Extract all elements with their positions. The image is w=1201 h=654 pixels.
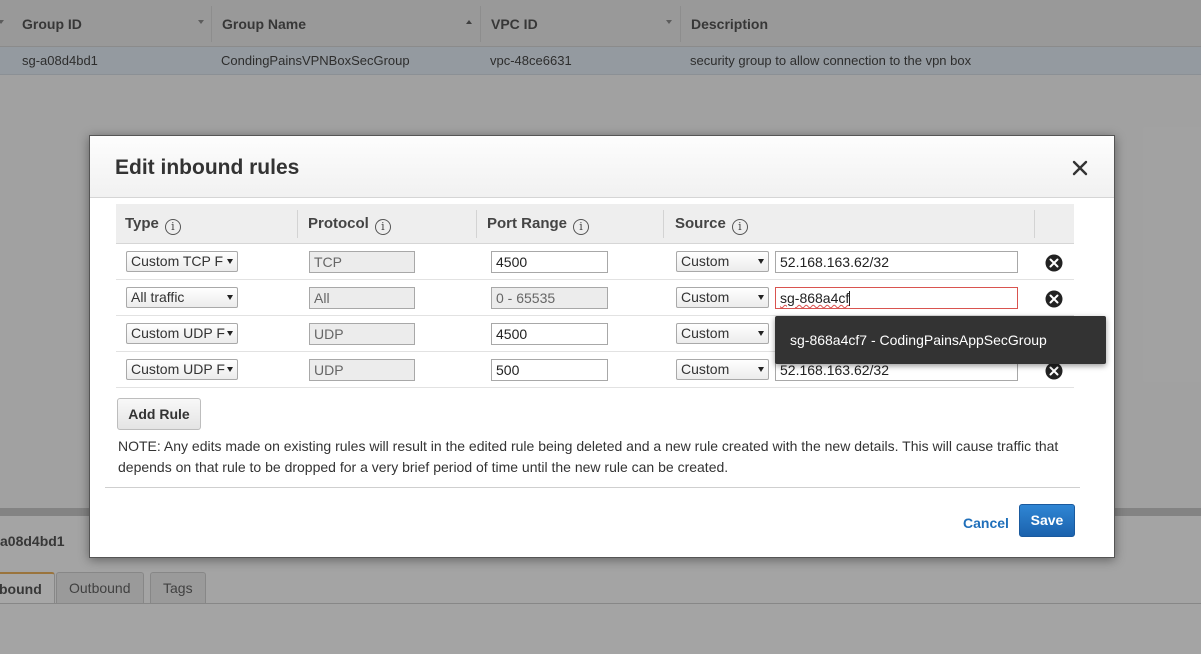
info-icon[interactable]: i xyxy=(164,219,181,235)
text-caret xyxy=(849,291,851,306)
edit-inbound-rules-dialog: Edit inbound rules Type i Protocol i Port … xyxy=(89,135,1115,558)
dialog-header: Edit inbound rules xyxy=(90,136,1114,198)
column-label: Port Range xyxy=(487,215,568,232)
info-icon[interactable]: i xyxy=(374,219,391,235)
source-type-select[interactable]: Custom xyxy=(676,287,769,308)
port-range-input[interactable]: 4500 xyxy=(491,323,608,345)
close-icon[interactable] xyxy=(1070,158,1090,178)
port-range-input[interactable]: 500 xyxy=(491,359,608,381)
dialog-title: Edit inbound rules xyxy=(115,156,300,179)
rule-type-select[interactable]: Custom UDP F xyxy=(126,323,238,344)
column-divider xyxy=(297,210,298,238)
column-header-port-range: Port Range i xyxy=(487,204,590,244)
chevron-down-icon xyxy=(758,367,764,372)
chevron-down-icon xyxy=(227,331,233,336)
rule-type-select[interactable]: Custom UDP F xyxy=(126,359,238,380)
chevron-down-icon xyxy=(758,259,764,264)
table-row: All traffic All 0 - 65535 Custom sg-868a… xyxy=(116,280,1074,316)
select-value: Custom xyxy=(681,325,730,341)
chevron-down-icon xyxy=(758,331,764,336)
column-header-source: Source i xyxy=(675,204,748,244)
remove-rule-icon[interactable] xyxy=(1045,290,1063,308)
select-value: All traffic xyxy=(131,289,185,305)
source-input-active[interactable]: sg-868a4cf xyxy=(775,287,1018,309)
info-icon[interactable]: i xyxy=(573,219,590,235)
select-value: Custom UDP F xyxy=(131,325,225,341)
footer-divider xyxy=(105,487,1080,488)
select-value: Custom xyxy=(681,361,730,377)
remove-rule-icon[interactable] xyxy=(1045,254,1063,272)
add-rule-button[interactable]: Add Rule xyxy=(117,398,201,430)
select-value: Custom xyxy=(681,289,730,305)
chevron-down-icon xyxy=(227,295,233,300)
cancel-link[interactable]: Cancel xyxy=(963,515,1009,531)
source-autocomplete-suggestion[interactable]: sg-868a4cf7 - CodingPainsAppSecGroup xyxy=(775,316,1106,364)
port-range-input[interactable]: 4500 xyxy=(491,251,608,273)
column-label: Source xyxy=(675,215,726,232)
protocol-field: UDP xyxy=(309,359,415,381)
column-divider xyxy=(476,210,477,238)
edit-warning-note: NOTE: Any edits made on existing rules w… xyxy=(118,438,1059,475)
port-range-field: 0 - 65535 xyxy=(491,287,608,309)
select-value: Custom UDP F xyxy=(131,361,225,377)
source-input[interactable]: 52.168.163.62/32 xyxy=(775,251,1018,273)
rules-table-header: Type i Protocol i Port Range i Source i xyxy=(116,204,1074,244)
rule-type-select[interactable]: Custom TCP F xyxy=(126,251,238,272)
remove-rule-icon[interactable] xyxy=(1045,362,1063,380)
column-label: Type xyxy=(125,215,159,232)
chevron-down-icon xyxy=(227,259,233,264)
column-divider xyxy=(1034,210,1035,238)
source-type-select[interactable]: Custom xyxy=(676,323,769,344)
select-value: Custom xyxy=(681,253,730,269)
protocol-field: TCP xyxy=(309,251,415,273)
protocol-field: All xyxy=(309,287,415,309)
chevron-down-icon xyxy=(227,367,233,372)
protocol-field: UDP xyxy=(309,323,415,345)
table-row: Custom TCP F TCP 4500 Custom 52.168.163.… xyxy=(116,244,1074,280)
column-label: Protocol xyxy=(308,215,369,232)
column-header-type: Type i xyxy=(125,204,181,244)
rule-type-select[interactable]: All traffic xyxy=(126,287,238,308)
select-value: Custom TCP F xyxy=(131,253,224,269)
column-header-protocol: Protocol i xyxy=(308,204,391,244)
info-icon[interactable]: i xyxy=(731,219,748,235)
column-divider xyxy=(663,210,664,238)
source-typed-text: sg-868a4cf xyxy=(780,290,850,306)
source-type-select[interactable]: Custom xyxy=(676,251,769,272)
chevron-down-icon xyxy=(758,295,764,300)
save-button[interactable]: Save xyxy=(1019,504,1075,537)
source-type-select[interactable]: Custom xyxy=(676,359,769,380)
